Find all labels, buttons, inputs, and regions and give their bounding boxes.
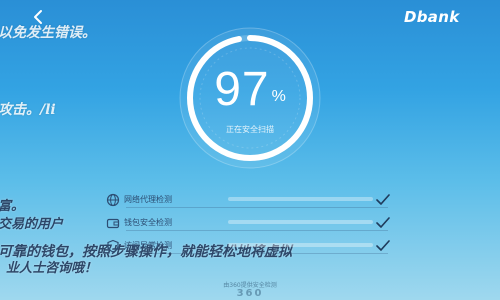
overlay-text-line-4: 交易的用户 [0,217,64,232]
overlay-text-line-1: 以免发生错误。 [0,25,96,41]
score-unit: % [271,88,286,105]
overlay-text-line-2: 攻击。/li [0,102,56,118]
check-item-wallet-security: 钱包安全检测 [106,216,406,239]
score-value: 97 [214,63,270,116]
scan-status-text: 正在安全扫描 [226,125,274,134]
shield-icon [107,239,119,253]
check-list: 网络代理检测 钱包安全检测 访问异常检测 [106,193,406,262]
scan-gauge: 97% 正在安全扫描 [160,18,340,178]
overlay-text-line-6: 业人士咨询哦！ [6,261,98,276]
checkmark-icon [376,194,390,205]
check-label: 访问异常检测 [124,241,172,250]
checkmark-icon [376,240,390,251]
divider [126,253,388,254]
footer-logo: 360 [236,288,264,299]
divider [126,230,388,231]
check-progress-bar [228,197,373,201]
globe-icon [106,193,120,207]
back-button[interactable] [30,8,48,26]
check-progress-bar [228,243,373,247]
check-label: 网络代理检测 [124,195,172,204]
check-item-network-proxy: 网络代理检测 [106,193,406,216]
checkmark-icon [376,217,390,228]
brand-logo: Dbank [404,8,460,26]
score-display: 97% [160,66,340,114]
wallet-icon [106,218,120,229]
check-item-access-anomaly: 访问异常检测 [106,239,406,262]
check-progress-bar [228,220,373,224]
chevron-left-icon [34,10,42,24]
check-label: 钱包安全检测 [124,218,172,227]
divider [126,207,388,208]
overlay-text-line-3: 富。 [0,199,25,214]
